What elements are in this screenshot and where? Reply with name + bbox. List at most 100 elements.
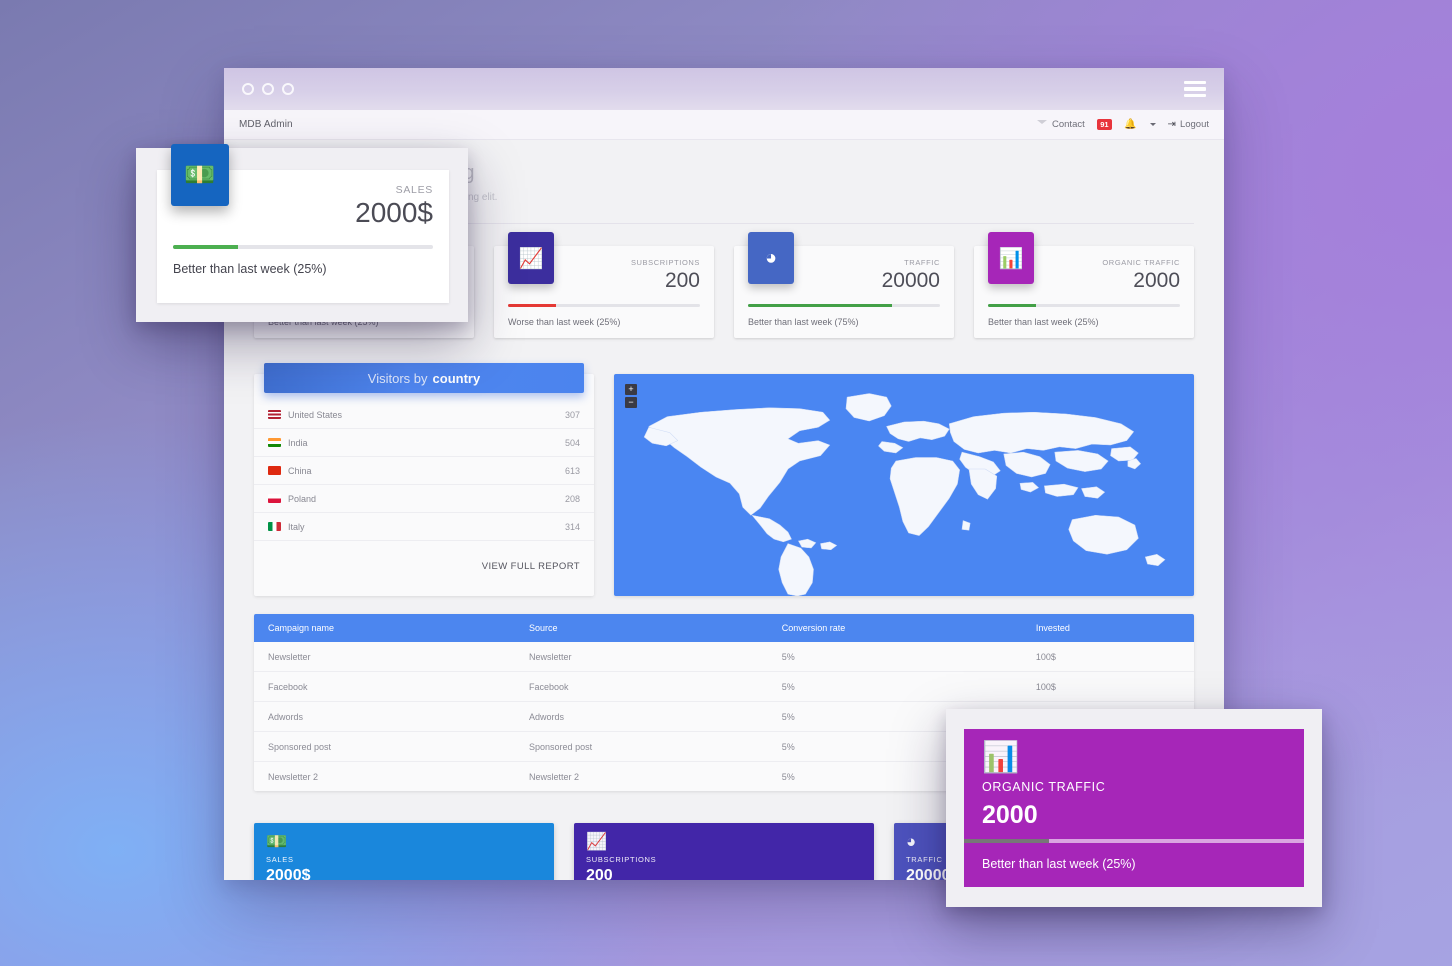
table-cell: Adwords — [254, 701, 516, 732]
stat-footer: Better than last week (75%) — [748, 316, 859, 327]
navbar-logout[interactable]: ⇥ Logout — [1168, 119, 1209, 130]
map-zoom-out-button[interactable]: − — [625, 397, 637, 408]
window-dot-close[interactable] — [242, 83, 254, 95]
progress-bar — [748, 304, 940, 307]
flag-pl-icon — [268, 493, 281, 503]
visitors-country-cell: United States — [254, 401, 494, 429]
stat-card-subscriptions[interactable]: 📈 SUBSCRIPTIONS 200 Worse than last week… — [494, 232, 714, 338]
chart-pie-icon: ◕ — [748, 232, 794, 284]
app-navbar: MDB Admin Contact 91 🔔 ⇥ Logout — [224, 110, 1224, 140]
visitors-country-name: China — [288, 465, 312, 476]
chart-bar-icon: 📊 — [982, 741, 1020, 774]
bell-icon[interactable]: 🔔 — [1124, 119, 1136, 130]
window-dot-maximize[interactable] — [282, 83, 294, 95]
table-cell: 100$ — [1021, 642, 1194, 672]
navbar-contact-label: Contact — [1052, 119, 1085, 130]
chart-line-icon: 📈 — [586, 832, 608, 851]
visitors-by-country-card: Visitors by country United States 307 Indi… — [254, 363, 594, 596]
visitors-country-cell: Poland — [254, 484, 494, 513]
floating-sales-footer: Better than last week (25%) — [173, 261, 327, 276]
table-cell: 5% — [767, 642, 1022, 672]
visitors-row[interactable]: Italy 314 — [254, 512, 594, 541]
visitors-count-cell: 504 — [493, 428, 594, 457]
window-controls[interactable] — [242, 83, 294, 95]
visitors-count-cell: 613 — [493, 456, 594, 485]
table-cell: Newsletter — [515, 642, 768, 672]
flag-in-icon — [268, 437, 281, 447]
table-cell: Sponsored post — [515, 731, 768, 762]
stat-footer: Better than last week (25%) — [988, 316, 1099, 327]
table-column-header[interactable]: Invested — [1021, 614, 1194, 642]
progress-bar — [988, 304, 1180, 307]
visitors-country-cell: India — [254, 428, 494, 457]
map-zoom-in-button[interactable]: + — [625, 384, 637, 395]
table-cell: Facebook — [515, 671, 768, 702]
floating-sales-inner: 💵 SALES 2000$ Better than last week (25%… — [157, 144, 449, 303]
chart-bar-icon: 📊 — [988, 232, 1034, 284]
floating-organic-label: ORGANIC TRAFFIC — [982, 780, 1106, 794]
floating-organic-traffic-card[interactable]: 📊 ORGANIC TRAFFIC 2000 Better than last … — [946, 709, 1322, 907]
floating-sales-card[interactable]: 💵 SALES 2000$ Better than last week (25%… — [136, 144, 468, 322]
visitors-count-cell: 314 — [493, 512, 594, 541]
window-dot-minimize[interactable] — [262, 83, 274, 95]
table-column-header[interactable]: Campaign name — [254, 614, 516, 642]
visitors-card-title: Visitors by country — [264, 363, 584, 393]
table-cell: Newsletter 2 — [268, 771, 319, 782]
money-bill-icon: 💵 — [171, 144, 229, 206]
bottom-card-label: SUBSCRIPTIONS — [586, 855, 657, 864]
bottom-card-value: 2000$ — [266, 867, 311, 880]
progress-bar — [508, 304, 700, 307]
chevron-down-icon[interactable] — [1149, 123, 1156, 126]
visitors-row[interactable]: China 613 — [254, 456, 594, 485]
table-cell: Facebook — [254, 671, 516, 702]
visitors-country-name: India — [288, 437, 308, 448]
table-row[interactable]: Newsletter Newsletter 5% 100$ — [254, 642, 1194, 672]
visitors-table: United States 307 India 504 China 613 Poland 20… — [254, 401, 594, 541]
navbar-contact[interactable]: Contact — [1037, 119, 1085, 130]
table-cell: Newsletter — [254, 642, 516, 672]
visitors-country-name: Poland — [288, 493, 317, 504]
map-zoom-controls[interactable]: + − — [625, 384, 637, 410]
middle-section: Visitors by country United States 307 Indi… — [254, 363, 1194, 596]
table-cell: 100$ — [1021, 671, 1194, 702]
bottom-card-value: 200 — [586, 867, 613, 880]
world-map-svg — [643, 393, 1166, 596]
floating-organic-value: 2000 — [982, 801, 1038, 829]
flag-us-icon — [268, 409, 281, 419]
floating-organic-inner: 📊 ORGANIC TRAFFIC 2000 Better than last … — [964, 729, 1304, 887]
table-column-header[interactable]: Conversion rate — [767, 614, 1022, 642]
table-row[interactable]: Facebook Facebook 5% 100$ — [254, 671, 1194, 702]
flag-cn-icon — [268, 465, 281, 475]
visitors-country-name: United States — [288, 409, 343, 420]
navbar-logout-label: Logout — [1179, 119, 1209, 130]
progress-bar — [173, 245, 433, 249]
visitors-country-cell: Italy — [254, 512, 494, 541]
flag-it-icon — [268, 521, 281, 531]
table-cell: Adwords — [515, 701, 768, 732]
hamburger-icon[interactable] — [1184, 80, 1206, 98]
stat-card-traffic[interactable]: ◕ TRAFFIC 20000 Better than last week (7… — [734, 232, 954, 338]
envelope-icon — [1037, 120, 1048, 130]
visitors-row[interactable]: United States 307 — [254, 401, 594, 429]
visitors-count-cell: 208 — [493, 484, 594, 513]
sign-out-icon: ⇥ — [1167, 119, 1176, 130]
table-cell: 5% — [767, 671, 1022, 702]
bottom-card-sales[interactable]: 💵 SALES 2000$ Better than last week (25%… — [254, 823, 554, 880]
visitors-row[interactable]: Poland 208 — [254, 484, 594, 513]
view-full-report-link[interactable]: VIEW FULL REPORT — [254, 541, 594, 576]
window-title-bar — [224, 68, 1224, 110]
bottom-card-label: SALES — [266, 855, 294, 864]
notification-badge[interactable]: 91 — [1096, 119, 1113, 130]
chart-line-icon: 📈 — [508, 232, 554, 284]
table-column-header[interactable]: Source — [515, 614, 768, 642]
visitors-count-cell: 307 — [493, 401, 594, 429]
visitors-row[interactable]: India 504 — [254, 428, 594, 457]
visitors-country-name: Italy — [288, 521, 305, 532]
navbar-brand[interactable]: MDB Admin — [239, 119, 293, 130]
table-header-row: Campaign name Source Conversion rate Invest… — [254, 614, 1194, 642]
bottom-card-subscriptions[interactable]: 📈 SUBSCRIPTIONS 200 Worse than last week… — [574, 823, 874, 880]
world-map[interactable]: + − — [614, 374, 1194, 596]
stat-card-organic-traffic[interactable]: 📊 ORGANIC TRAFFIC 2000 Better than last … — [974, 232, 1194, 338]
stat-footer: Worse than last week (25%) — [508, 316, 621, 327]
floating-organic-footer: Better than last week (25%) — [982, 857, 1136, 871]
